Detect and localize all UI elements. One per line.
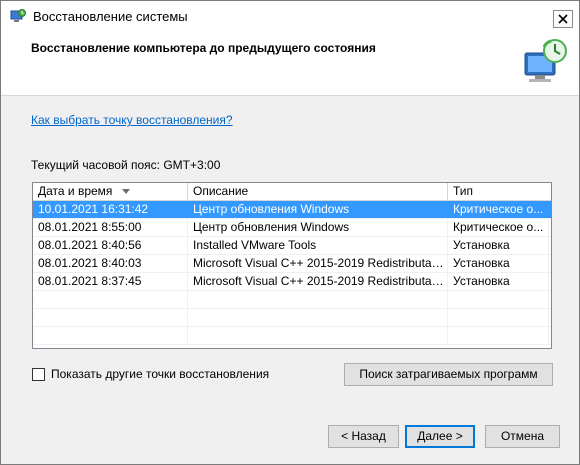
- page-heading: Восстановление компьютера до предыдущего…: [31, 41, 376, 55]
- cell-type: Критическое о...: [448, 219, 549, 236]
- table-row[interactable]: 08.01.2021 8:40:56 Installed VMware Tool…: [33, 237, 551, 255]
- system-restore-icon: [10, 9, 26, 22]
- scan-affected-programs-button[interactable]: Поиск затрагиваемых программ: [344, 363, 553, 386]
- table-row[interactable]: 08.01.2021 8:55:00 Центр обновления Wind…: [33, 219, 551, 237]
- column-header-description[interactable]: Описание: [188, 183, 448, 200]
- column-header-type[interactable]: Тип: [448, 183, 549, 200]
- cell-description: Microsoft Visual C++ 2015-2019 Redistrib…: [188, 255, 448, 272]
- cell-date: 08.01.2021 8:55:00: [33, 219, 188, 236]
- cell-description: Installed VMware Tools: [188, 237, 448, 254]
- cell-date: 08.01.2021 8:37:45: [33, 273, 188, 290]
- timezone-label: Текущий часовой пояс: GMT+3:00: [31, 158, 221, 172]
- header-area: Восстановление компьютера до предыдущего…: [1, 31, 579, 96]
- show-more-restore-points-option[interactable]: Показать другие точки восстановления: [32, 367, 269, 381]
- show-more-checkbox[interactable]: [32, 367, 45, 381]
- cell-date: 10.01.2021 16:31:42: [33, 201, 188, 218]
- title-bar: Восстановление системы: [1, 1, 579, 31]
- empty-row: [33, 309, 551, 327]
- table-row[interactable]: 08.01.2021 8:37:45 Microsoft Visual C++ …: [33, 273, 551, 291]
- empty-row: [33, 327, 551, 345]
- cell-type: Установка: [448, 255, 549, 272]
- window-title: Восстановление системы: [33, 9, 188, 24]
- show-more-label: Показать другие точки восстановления: [51, 367, 270, 381]
- restore-points-table: Дата и время Описание Тип 10.01.2021 16:…: [32, 182, 552, 349]
- next-button[interactable]: Далее >: [405, 425, 475, 448]
- cell-description: Центр обновления Windows: [188, 219, 448, 236]
- cancel-button[interactable]: Отмена: [485, 425, 560, 448]
- table-header: Дата и время Описание Тип: [33, 183, 551, 201]
- cell-type: Установка: [448, 237, 549, 254]
- column-header-date[interactable]: Дата и время: [33, 183, 188, 200]
- close-icon: [558, 14, 568, 24]
- table-body: 10.01.2021 16:31:42 Центр обновления Win…: [33, 201, 551, 345]
- cell-description: Microsoft Visual C++ 2015-2019 Redistrib…: [188, 273, 448, 290]
- back-button[interactable]: < Назад: [328, 425, 399, 448]
- cell-date: 08.01.2021 8:40:56: [33, 237, 188, 254]
- help-link[interactable]: Как выбрать точку восстановления?: [31, 113, 233, 127]
- table-row[interactable]: 10.01.2021 16:31:42 Центр обновления Win…: [33, 201, 551, 219]
- sort-down-icon: [122, 189, 131, 195]
- cell-type: Установка: [448, 273, 549, 290]
- cell-description: Центр обновления Windows: [188, 201, 448, 218]
- cell-date: 08.01.2021 8:40:03: [33, 255, 188, 272]
- system-restore-window: Восстановление системы Восстановление ко…: [0, 0, 580, 465]
- close-button[interactable]: [553, 10, 573, 28]
- restore-computer-icon: [524, 39, 567, 82]
- empty-row: [33, 291, 551, 309]
- table-row[interactable]: 08.01.2021 8:40:03 Microsoft Visual C++ …: [33, 255, 551, 273]
- cell-type: Критическое о...: [448, 201, 549, 218]
